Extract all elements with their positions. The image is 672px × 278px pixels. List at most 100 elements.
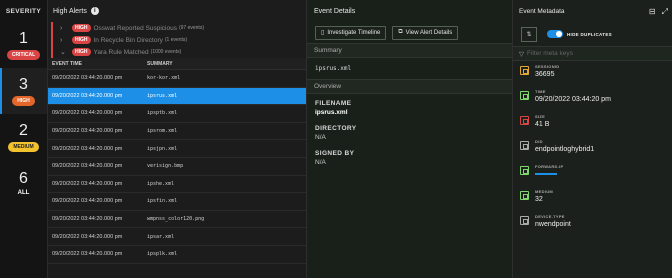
meta-row: FORWARD.IP: [513, 161, 672, 186]
severity-count: 6: [19, 170, 28, 187]
meta-row: MEDIUM 32: [513, 186, 672, 211]
event-details-header: Event Details: [307, 0, 512, 22]
meta-key: DEVICE.TYPE: [535, 214, 565, 219]
row-summary: verisign.bmp: [147, 163, 184, 170]
alert-group[interactable]: › HIGH Osswat Reported Suspicious (97 ev…: [48, 22, 306, 34]
row-time: 09/20/2022 03:44:20.000 pm: [52, 75, 123, 82]
row-time: 09/20/2022 03:44:20.000 pm: [52, 198, 123, 205]
row-summary: kor-kor.xml: [147, 75, 181, 82]
row-summary: ipsfin.xml: [147, 198, 178, 205]
severity-medium[interactable]: 2 MEDIUM: [0, 114, 47, 160]
view-alert-label: View Alert Details: [405, 29, 453, 36]
table-row[interactable]: 09/20/2022 03:44:20.000 pm ipsjpn.xml: [48, 140, 306, 158]
column-summary[interactable]: SUMMARY: [133, 61, 306, 67]
table-row[interactable]: 09/20/2022 03:44:20.000 pm verisign.bmp: [48, 158, 306, 176]
severity-count: 2: [19, 122, 28, 139]
investigate-timeline-button[interactable]: ▯ Investigate Timeline: [315, 25, 387, 40]
meta-key: FORWARD.IP: [535, 164, 564, 169]
chevron-right-icon[interactable]: ›: [60, 25, 69, 32]
chevron-right-icon[interactable]: ›: [60, 37, 69, 44]
meta-value: 09/20/2022 03:44:20 pm: [535, 96, 611, 103]
field-label: DIRECTORY: [315, 125, 357, 132]
severity-header: SEVERITY: [5, 7, 42, 15]
sort-icon[interactable]: ⇅: [521, 26, 537, 42]
layout-icon[interactable]: ⊟: [649, 7, 656, 17]
event-details-panel: Event Details ▯ Investigate Timeline ⧉ V…: [306, 0, 512, 278]
summary-section-header: Summary: [307, 43, 512, 58]
table-row[interactable]: 09/20/2022 03:44:20.000 pm ipsptb.xml: [48, 105, 306, 123]
table-row[interactable]: 09/20/2022 03:44:20.000 pm wmpnss_color12…: [48, 211, 306, 229]
expand-icon[interactable]: ⤢: [662, 7, 668, 17]
row-summary: ipshe.xml: [147, 180, 175, 187]
severity-panel: SEVERITY 1 CRITICAL 3 HIGH 2 MEDIUM 6 AL…: [0, 0, 48, 278]
group-badge: HIGH: [72, 24, 91, 32]
view-alert-details-button[interactable]: ⧉ View Alert Details: [392, 25, 459, 40]
meta-key: TIME: [535, 89, 546, 94]
clock-icon: [520, 91, 529, 100]
meta-value: nwendpoint: [535, 221, 571, 228]
chevron-down-icon[interactable]: ⌄: [60, 48, 69, 56]
table-row[interactable]: 09/20/2022 03:44:20.000 pm ipsar.xml: [48, 228, 306, 246]
alert-group[interactable]: ⌄ HIGH Yara Rule Matched (1000 events): [48, 46, 306, 58]
group-count: (1 events): [164, 37, 188, 43]
column-event-time[interactable]: EVENT TIME: [48, 61, 133, 67]
severity-badge: HIGH: [12, 96, 35, 106]
row-summary: ipsrus.xml: [147, 92, 178, 99]
field-value: ipsrus.xml: [315, 109, 348, 116]
alerts-title: High Alerts: [53, 7, 87, 15]
session-icon: [520, 66, 529, 75]
row-time: 09/20/2022 03:44:20.000 pm: [52, 128, 123, 135]
meta-key: SESSIONID: [535, 64, 560, 69]
row-time: 09/20/2022 03:44:20.000 pm: [52, 92, 123, 99]
group-count: (1000 events): [150, 49, 182, 55]
severity-high[interactable]: 3 HIGH: [0, 68, 47, 114]
row-time: 09/20/2022 03:44:20.000 pm: [52, 233, 123, 240]
device-icon: [520, 216, 529, 225]
group-count: (97 events): [178, 25, 204, 31]
info-icon[interactable]: i: [90, 7, 99, 15]
field-value: N/A: [315, 159, 326, 166]
row-time: 09/20/2022 03:44:20.000 pm: [52, 163, 123, 170]
medium-icon: [520, 191, 529, 200]
table-row[interactable]: 09/20/2022 03:44:20.000 pm ipsfin.xml: [48, 193, 306, 211]
severity-critical[interactable]: 1 CRITICAL: [0, 22, 47, 68]
meta-key: MEDIUM: [535, 189, 554, 194]
database-icon: [520, 141, 529, 150]
investigate-label: Investigate Timeline: [327, 29, 381, 36]
table-row[interactable]: 09/20/2022 03:44:20.000 pm ipsrus.xml: [48, 87, 306, 106]
toggle-label: HIDE DUPLICATES: [567, 31, 612, 37]
document-icon: ▯: [321, 30, 325, 36]
alert-group[interactable]: › HIGH In Recycle Bin Directory (1 event…: [48, 34, 306, 46]
meta-row: DID endpointloghybrid1: [513, 136, 672, 161]
meta-key: SIZE: [535, 114, 546, 119]
metadata-toolbar: ⇅ HIDE DUPLICATES: [513, 22, 672, 46]
meta-value: endpointloghybrid1: [535, 146, 595, 153]
table-row[interactable]: 09/20/2022 03:44:20.000 pm kor-kor.xml: [48, 70, 306, 88]
meta-row: SIZE 41 B: [513, 111, 672, 136]
severity-all[interactable]: 6 ALL: [0, 160, 47, 206]
meta-value: 36695: [535, 71, 555, 78]
details-toolbar: ▯ Investigate Timeline ⧉ View Alert Deta…: [307, 22, 512, 43]
row-time: 09/20/2022 03:44:20.000 pm: [52, 216, 123, 223]
group-name: Osswat Reported Suspicious: [93, 24, 177, 32]
forward-ip-value-bar: [535, 173, 557, 175]
alerts-header: High Alerts i: [48, 0, 306, 22]
overview-section-header: Overview: [307, 79, 512, 94]
event-metadata-panel: ⊟ ⤢ Event Metadata ⇅ HIDE DUPLICATES ▽ F…: [512, 0, 672, 278]
table-row[interactable]: 09/20/2022 03:44:20.000 pm ipshe.xml: [48, 176, 306, 194]
filter-placeholder: Filter meta keys: [527, 50, 573, 57]
row-summary: ipsar.xml: [147, 233, 175, 240]
group-name: Yara Rule Matched: [93, 48, 149, 56]
meta-row: TIME 09/20/2022 03:44:20 pm: [513, 86, 672, 111]
alerts-panel: High Alerts i › HIGH Osswat Reported Sus…: [48, 0, 306, 278]
table-row[interactable]: 09/20/2022 03:44:20.000 pm ipsrom.xml: [48, 123, 306, 141]
severity-badge: MEDIUM: [8, 142, 39, 152]
filter-icon: ▽: [519, 50, 524, 58]
hide-duplicates-toggle[interactable]: [547, 30, 563, 38]
row-time: 09/20/2022 03:44:20.000 pm: [52, 110, 123, 117]
row-summary: ipsplk.xml: [147, 251, 178, 258]
row-time: 09/20/2022 03:44:20.000 pm: [52, 180, 123, 187]
table-row[interactable]: 09/20/2022 03:44:20.000 pm ipsplk.xml: [48, 246, 306, 264]
row-summary: ipsptb.xml: [147, 110, 178, 117]
filter-input[interactable]: ▽ Filter meta keys: [513, 46, 672, 61]
